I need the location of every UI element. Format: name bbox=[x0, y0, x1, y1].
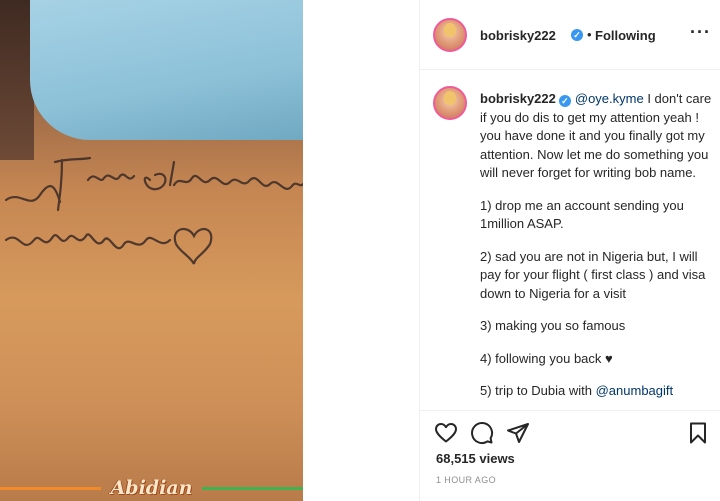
location-sticker: Abidian bbox=[0, 475, 303, 501]
caption-item-4: 4) following you back ♥ bbox=[480, 350, 613, 366]
post-sidebar: bobrisky222 ✓ • Following ··· bobrisky22… bbox=[419, 0, 720, 501]
more-options-button[interactable]: ··· bbox=[690, 22, 711, 43]
author-avatar[interactable] bbox=[433, 18, 467, 52]
bookmark-icon[interactable] bbox=[686, 421, 710, 450]
caption-item-3: 3) making you so famous bbox=[480, 318, 626, 333]
caption-item-5: 5) trip to Dubia with @anumbagift bbox=[480, 382, 712, 401]
instagram-post: Abidian bobrisky222 ✓ • Following ··· bo… bbox=[0, 0, 720, 501]
post-header: bobrisky222 ✓ • Following ··· bbox=[420, 0, 720, 70]
location-sticker-text: Abidian bbox=[110, 477, 193, 499]
tattoo-script bbox=[4, 156, 303, 265]
post-actions: 68,515 views 1 HOUR AGO bbox=[420, 410, 720, 501]
photo-background-shadow bbox=[0, 0, 34, 160]
post-timestamp[interactable]: 1 HOUR AGO bbox=[436, 475, 496, 485]
caption-item-1: 1) drop me an account sending you 1milli… bbox=[480, 197, 684, 232]
caption-username[interactable]: bobrisky222 bbox=[480, 91, 556, 106]
verified-badge-icon: ✓ bbox=[571, 29, 583, 41]
heart-icon[interactable] bbox=[434, 421, 458, 450]
author-username[interactable]: bobrisky222 bbox=[480, 28, 556, 43]
comment-icon[interactable] bbox=[470, 421, 494, 450]
caption-intro: bobrisky222 ✓ @oye.kyme I don't care if yo… bbox=[480, 90, 712, 183]
photo-shirt-area bbox=[30, 0, 303, 140]
header-separator: • bbox=[587, 27, 592, 42]
view-count[interactable]: 68,515 views bbox=[436, 451, 515, 466]
share-icon[interactable] bbox=[506, 421, 530, 450]
mention-link[interactable]: @anumbagift bbox=[596, 383, 674, 398]
caption-item-5-text: 5) trip to Dubia with bbox=[480, 383, 596, 398]
caption-item-2: 2) sad you are not in Nigeria but, I wil… bbox=[480, 248, 706, 301]
post-caption: bobrisky222 ✓ @oye.kyme I don't care if yo… bbox=[480, 90, 712, 401]
comments-section[interactable]: bobrisky222 ✓ @oye.kyme I don't care if yo… bbox=[420, 70, 720, 410]
mention-link[interactable]: @oye.kyme bbox=[575, 91, 644, 106]
following-button[interactable]: Following bbox=[595, 28, 656, 43]
caption-author-avatar[interactable] bbox=[433, 86, 467, 120]
sticker-stripe-right bbox=[202, 486, 303, 490]
post-photo[interactable]: Abidian bbox=[0, 0, 303, 501]
verified-badge-icon: ✓ bbox=[558, 95, 571, 107]
sticker-stripe-left bbox=[0, 486, 101, 490]
